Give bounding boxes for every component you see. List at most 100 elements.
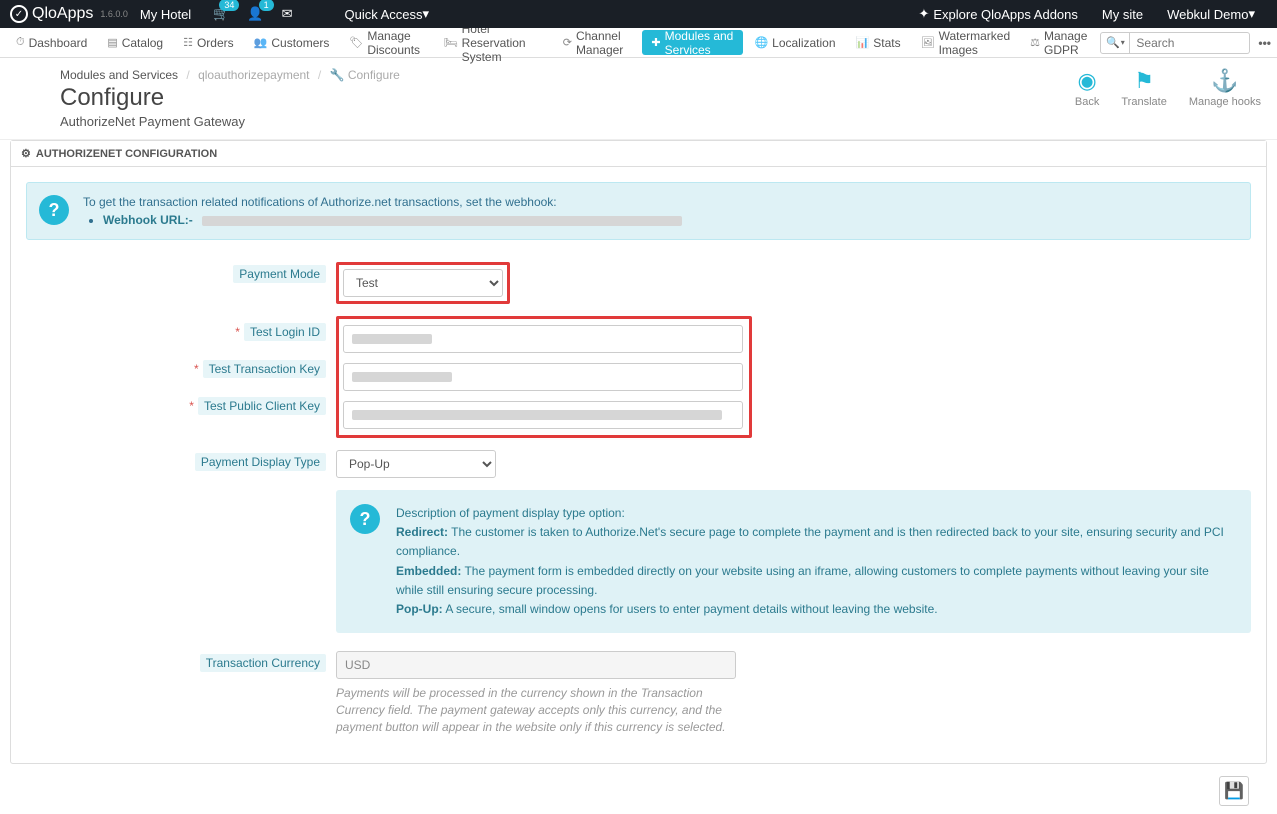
panel-heading-text: AUTHORIZENET CONFIGURATION: [36, 148, 217, 160]
panel-body: ? To get the transaction related notific…: [11, 167, 1266, 763]
mail-icon[interactable]: ✉: [282, 6, 293, 22]
wrench-icon: 🔧: [330, 68, 345, 82]
webhook-url-masked: [202, 216, 682, 226]
display-type-select[interactable]: Pop-Up: [336, 450, 496, 478]
desc-popup-line: Pop-Up: A secure, small window opens for…: [396, 600, 1236, 619]
manage-hooks-button[interactable]: ⚓ Manage hooks: [1189, 68, 1261, 108]
customers-icon: 👥: [254, 36, 268, 49]
nav-watermark[interactable]: 🖼Watermarked Images: [912, 30, 1020, 55]
desc-redirect-line: Redirect: The customer is taken to Autho…: [396, 523, 1236, 561]
nav-orders[interactable]: ☷Orders: [174, 30, 243, 55]
tag-icon: 🏷: [349, 36, 363, 49]
orders-icon: ☷: [183, 36, 193, 49]
breadcrumb-modules[interactable]: Modules and Services: [60, 68, 178, 82]
login-id-input[interactable]: [343, 325, 743, 353]
desc-key: Pop-Up:: [396, 602, 443, 616]
currency-label: Transaction Currency: [26, 651, 336, 670]
nav-gdpr[interactable]: ⚖Manage GDPR: [1021, 30, 1099, 55]
save-button[interactable]: 💾: [1219, 776, 1249, 806]
page-title: Configure: [60, 84, 400, 112]
currency-input: [336, 651, 736, 679]
top-icons: 🛒34 👤1 ✉: [213, 6, 292, 22]
top-bar: QloApps 1.6.0.0 My Hotel 🛒34 👤1 ✉ Quick …: [0, 0, 1277, 28]
nav-dashboard[interactable]: ⏱Dashboard: [7, 30, 96, 55]
empty-label: [26, 490, 336, 495]
refresh-icon: ⟳: [563, 36, 572, 49]
nav-stats[interactable]: 📊Stats: [847, 30, 910, 55]
user-menu[interactable]: Webkul Demo ▾: [1155, 0, 1267, 28]
desc-key: Redirect:: [396, 525, 448, 539]
chevron-down-icon: ▾: [1121, 38, 1125, 47]
nav-discounts[interactable]: 🏷Manage Discounts: [340, 30, 432, 55]
header-left: Modules and Services / qloauthorizepayme…: [60, 68, 400, 129]
panel-heading: ⚙ AUTHORIZENET CONFIGURATION: [11, 141, 1266, 167]
breadcrumb: Modules and Services / qloauthorizepayme…: [60, 68, 400, 82]
translate-button[interactable]: ⚑ Translate: [1121, 68, 1166, 108]
nav-localization[interactable]: 🌐Localization: [745, 30, 844, 55]
masked-value: [352, 410, 722, 420]
puzzle-icon: ✚: [651, 36, 660, 49]
nav-label: Stats: [873, 36, 900, 50]
quick-access-dropdown[interactable]: Quick Access ▾: [332, 0, 441, 28]
label-text: Transaction Currency: [200, 654, 326, 672]
back-button[interactable]: ◉ Back: [1075, 68, 1099, 108]
payment-mode-select[interactable]: Test: [343, 269, 503, 297]
desc-embedded-line: Embedded: The payment form is embedded d…: [396, 562, 1236, 600]
row-display-type: Payment Display Type Pop-Up: [26, 450, 1251, 478]
breadcrumb-sep: /: [186, 68, 189, 82]
user-notif-icon[interactable]: 👤1: [247, 6, 263, 22]
label-text: Payment Display Type: [195, 453, 326, 471]
user-badge: 1: [259, 0, 274, 11]
panel-wrap: ⚙ AUTHORIZENET CONFIGURATION ? To get th…: [0, 140, 1277, 764]
nav-hotel-reservation[interactable]: 🛏Hotel Reservation System: [435, 30, 552, 55]
label-text: Test Transaction Key: [203, 360, 326, 378]
desc-intro: Description of payment display type opti…: [396, 504, 1236, 523]
desc-val: The payment form is embedded directly on…: [396, 564, 1209, 597]
txn-key-input[interactable]: [343, 363, 743, 391]
logo[interactable]: QloApps 1.6.0.0: [10, 5, 128, 23]
catalog-icon: ▤: [107, 36, 117, 49]
nav-modules[interactable]: ✚ Modules and Services: [642, 30, 743, 55]
user-name: Webkul Demo: [1167, 7, 1248, 22]
brand-name: QloApps: [32, 5, 93, 23]
config-panel: ⚙ AUTHORIZENET CONFIGURATION ? To get th…: [10, 140, 1267, 764]
action-label: Back: [1075, 96, 1099, 108]
nav-label: Modules and Services: [665, 29, 735, 57]
desc-ctrl: ? Description of payment display type op…: [336, 490, 1251, 633]
action-label: Manage hooks: [1189, 96, 1261, 108]
desc-val: The customer is taken to Authorize.Net's…: [396, 525, 1224, 558]
nav-catalog[interactable]: ▤ Catalog: [98, 30, 172, 55]
payment-mode-ctrl: Test: [336, 262, 1251, 304]
credentials-labels: *Test Login ID *Test Transaction Key *Te…: [26, 316, 336, 427]
addons-label: Explore QloApps Addons: [933, 7, 1078, 22]
nav-customers[interactable]: 👥Customers: [245, 30, 339, 55]
currency-help: Payments will be processed in the curren…: [336, 685, 736, 735]
back-icon: ◉: [1075, 68, 1099, 94]
label-text: Payment Mode: [233, 265, 326, 283]
desc-key: Embedded:: [396, 564, 461, 578]
payment-mode-label: Payment Mode: [26, 262, 336, 281]
nav-label: Catalog: [122, 36, 163, 50]
shield-icon: ⚖: [1030, 36, 1040, 49]
save-icon: 💾: [1224, 781, 1244, 801]
nav-overflow-button[interactable]: •••: [1258, 36, 1271, 50]
search-input[interactable]: [1130, 32, 1250, 54]
pub-key-input[interactable]: [343, 401, 743, 429]
txn-key-label: *Test Transaction Key: [26, 353, 336, 376]
nav-label: Channel Manager: [576, 29, 631, 57]
search-icon: 🔍: [1106, 36, 1120, 49]
nav-label: Localization: [772, 36, 835, 50]
breadcrumb-module-name[interactable]: qloauthorizepayment: [198, 68, 309, 82]
info-icon: ?: [39, 195, 69, 225]
dashboard-icon: ⏱: [16, 36, 25, 49]
info-icon: ?: [350, 504, 380, 534]
hotel-selector[interactable]: My Hotel: [128, 0, 203, 28]
alert-text: To get the transaction related notificat…: [83, 195, 1235, 209]
nav-channel-manager[interactable]: ⟳ Channel Manager: [554, 30, 641, 55]
pub-key-label: *Test Public Client Key: [26, 390, 336, 413]
cart-icon[interactable]: 🛒34: [213, 6, 229, 22]
row-payment-mode: Payment Mode Test: [26, 262, 1251, 304]
my-site-link[interactable]: My site: [1090, 0, 1155, 28]
explore-addons-link[interactable]: ✦Explore QloApps Addons: [906, 0, 1089, 28]
search-type-dropdown[interactable]: 🔍▾: [1100, 32, 1130, 54]
